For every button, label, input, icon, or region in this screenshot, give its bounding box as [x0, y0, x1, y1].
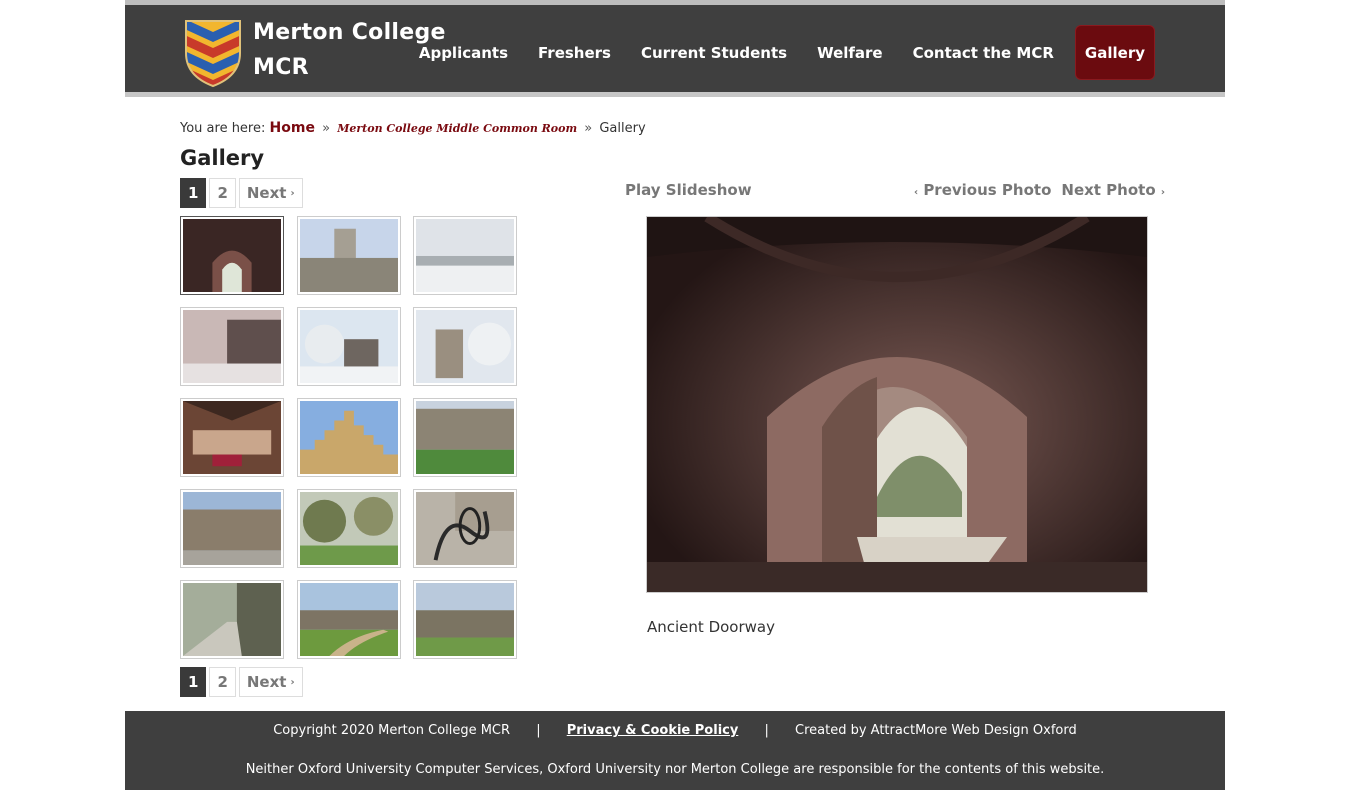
next-photo-label: Next Photo	[1061, 181, 1156, 199]
main-nav: Applicants Freshers Current Students Wel…	[404, 25, 1155, 80]
chevron-left-icon: ‹	[913, 187, 919, 198]
thumbnail-long-building[interactable]	[413, 580, 517, 659]
thumbnail-garden-trees[interactable]	[297, 489, 401, 568]
thumbnail-image	[416, 583, 514, 656]
footer-row-1: Copyright 2020 Merton College MCR | Priv…	[125, 723, 1225, 738]
privacy-policy-link[interactable]: Privacy & Cookie Policy	[567, 723, 739, 738]
thumbnail-garden-path[interactable]	[297, 580, 401, 659]
footer-copyright: Copyright 2020 Merton College MCR	[273, 723, 511, 738]
breadcrumb-separator: »	[584, 121, 593, 136]
page-2-button[interactable]: 2	[209, 667, 236, 697]
thumbnail-image	[300, 401, 398, 474]
nav-freshers[interactable]: Freshers	[523, 25, 626, 80]
footer-divider: |	[764, 723, 769, 738]
nav-contact[interactable]: Contact the MCR	[898, 25, 1069, 80]
photo-navigation: ‹ Previous Photo Next Photo ›	[914, 181, 1165, 199]
play-slideshow-button[interactable]: Play Slideshow	[625, 181, 752, 199]
thumbnail-image	[183, 219, 281, 292]
nav-welfare[interactable]: Welfare	[802, 25, 898, 80]
thumbnail-image	[300, 583, 398, 656]
thumbnail-image	[416, 401, 514, 474]
merton-crest-logo[interactable]	[183, 18, 243, 88]
breadcrumb-home-link[interactable]: Home	[270, 120, 315, 136]
next-page-button[interactable]: Next ›	[238, 178, 303, 208]
thumbnail-image	[300, 219, 398, 292]
main-photo[interactable]	[646, 216, 1148, 593]
footer-divider: |	[536, 723, 541, 738]
thumbnail-iron-gate[interactable]	[413, 489, 517, 568]
thumbnail-image	[183, 492, 281, 565]
thumbnail-image	[416, 492, 514, 565]
header-bottom-rule	[125, 92, 1225, 97]
pagination-bottom: 1 2 Next ›	[180, 667, 303, 697]
thumbnail-image	[416, 310, 514, 383]
nav-current-students[interactable]: Current Students	[626, 25, 802, 80]
thumbnail-stepped-gable[interactable]	[297, 398, 401, 477]
breadcrumb-parent-link[interactable]: Merton College Middle Common Room	[337, 122, 577, 135]
next-photo-button[interactable]: Next Photo ›	[1061, 181, 1165, 199]
thumbnail-hall-interior[interactable]	[180, 398, 284, 477]
thumbnail-snowy-trees[interactable]	[297, 307, 401, 386]
thumbnail-chapel-tower[interactable]	[297, 216, 401, 295]
site-footer: Copyright 2020 Merton College MCR | Priv…	[125, 711, 1225, 790]
page-1-button[interactable]: 1	[180, 667, 207, 697]
thumbnail-ancient-doorway[interactable]	[180, 216, 284, 295]
thumbnail-snowy-meadow[interactable]	[413, 216, 517, 295]
breadcrumb-separator: »	[322, 121, 331, 136]
breadcrumb-current: Gallery	[599, 121, 646, 136]
footer-disclaimer: Neither Oxford University Computer Servi…	[245, 762, 1105, 777]
next-page-button[interactable]: Next ›	[238, 667, 303, 697]
previous-photo-label: Previous Photo	[923, 181, 1052, 199]
thumbnail-image	[300, 310, 398, 383]
page-1-button[interactable]: 1	[180, 178, 207, 208]
chevron-right-icon: ›	[290, 187, 295, 199]
nav-applicants[interactable]: Applicants	[404, 25, 523, 80]
chevron-right-icon: ›	[1160, 187, 1165, 198]
next-page-label: Next	[246, 673, 287, 691]
thumbnail-image	[416, 219, 514, 292]
page-title: Gallery	[180, 146, 265, 170]
breadcrumb-prefix: You are here:	[180, 121, 266, 136]
site-header: Merton College MCR Applicants Freshers C…	[125, 5, 1225, 92]
thumbnail-image	[300, 492, 398, 565]
footer-credit-link[interactable]: Created by AttractMore Web Design Oxford	[795, 723, 1077, 738]
chevron-right-icon: ›	[290, 676, 295, 688]
page-2-button[interactable]: 2	[209, 178, 236, 208]
thumbnail-quad-buildings[interactable]	[180, 489, 284, 568]
next-page-label: Next	[246, 184, 287, 202]
pagination-top: 1 2 Next ›	[180, 178, 303, 208]
thumbnail-snowy-tower[interactable]	[413, 307, 517, 386]
thumbnail-image	[183, 401, 281, 474]
photo-caption: Ancient Doorway	[647, 618, 775, 636]
thumbnail-image	[183, 583, 281, 656]
breadcrumb: You are here: Home » Merton College Midd…	[180, 120, 646, 136]
thumbnail-quad-lawn[interactable]	[413, 398, 517, 477]
main-photo-image	[647, 217, 1147, 592]
thumbnail-image	[183, 310, 281, 383]
thumbnail-iron-fence-path[interactable]	[180, 580, 284, 659]
nav-gallery[interactable]: Gallery	[1074, 25, 1155, 80]
thumbnail-snowy-gate[interactable]	[180, 307, 284, 386]
previous-photo-button[interactable]: ‹ Previous Photo	[914, 181, 1051, 199]
